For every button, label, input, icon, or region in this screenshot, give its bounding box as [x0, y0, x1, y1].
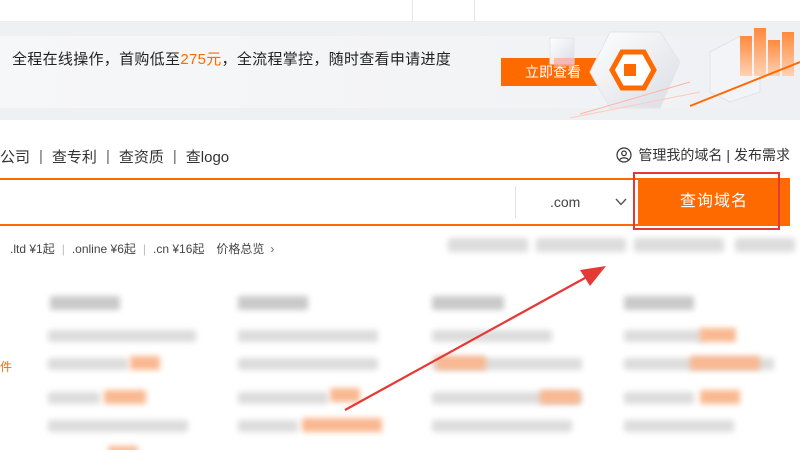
blurred-title: [432, 296, 504, 310]
tab-patent[interactable]: 查专利: [52, 146, 97, 167]
price-list: .ltd ¥1起 | .online ¥6起 | .cn ¥16起 价格总览 ›: [10, 240, 274, 257]
blurred-text: [48, 358, 128, 370]
chevron-down-icon[interactable]: [614, 195, 628, 209]
price-item[interactable]: .online ¥6起: [72, 240, 136, 257]
banner-price: 275元: [180, 51, 222, 68]
blurred-title: [50, 296, 120, 310]
blurred-price: [302, 418, 382, 432]
divider: [474, 0, 475, 22]
blurred-text: [238, 358, 378, 370]
price-overview-link[interactable]: 价格总览: [216, 240, 264, 257]
blurred-text: [735, 238, 795, 252]
blurred-title: [624, 296, 694, 310]
left-fragment-text: 件: [0, 360, 13, 374]
domain-suffix-select[interactable]: .com: [550, 194, 580, 210]
blurred-price: [700, 328, 736, 342]
tab-company[interactable]: 公司: [0, 146, 30, 167]
blurred-price: [540, 390, 580, 404]
blurred-title: [238, 296, 308, 310]
blurred-price: [104, 390, 146, 404]
user-icon: [616, 147, 632, 163]
blurred-price: [330, 388, 360, 402]
blurred-text: [238, 392, 328, 404]
manage-domains-link[interactable]: 管理我的域名: [638, 145, 722, 165]
promo-banner[interactable]: 全程在线操作，首购低至275元，全流程掌控，随时查看申请进度 立即查看: [0, 22, 800, 120]
tab-separator: |: [172, 147, 177, 165]
divider: [412, 0, 413, 22]
tab-logo[interactable]: 查logo: [186, 146, 229, 167]
suffix-divider: [515, 186, 516, 218]
domain-search-input[interactable]: [0, 178, 638, 226]
blurred-text: [536, 238, 626, 252]
tab-separator: |: [39, 147, 43, 165]
page: 全程在线操作，首购低至275元，全流程掌控，随时查看申请进度 立即查看 公司 |…: [0, 0, 800, 450]
banner-text-after: ，全流程掌控，随时查看申请进度: [221, 51, 452, 68]
price-item[interactable]: .cn ¥16起: [153, 240, 204, 257]
banner-text-before: 全程在线操作，首购低至: [12, 51, 181, 68]
tab-qualification[interactable]: 查资质: [119, 146, 164, 167]
blurred-text: [48, 392, 100, 404]
chevron-right-icon[interactable]: ›: [270, 242, 274, 256]
price-separator: |: [61, 241, 65, 256]
blurred-price: [690, 356, 760, 370]
blurred-price: [130, 356, 160, 370]
tab-separator: |: [105, 147, 110, 165]
account-links: 管理我的域名 | 发布需求: [616, 145, 790, 165]
blurred-text: [448, 238, 528, 252]
banner-illustration: [549, 28, 800, 119]
blurred-text: [432, 330, 552, 342]
price-separator: |: [142, 241, 146, 256]
price-item[interactable]: .ltd ¥1起: [10, 240, 55, 257]
blurred-text: [634, 238, 724, 252]
blurred-price: [108, 446, 138, 450]
link-separator: |: [726, 147, 730, 163]
blurred-price: [700, 390, 740, 404]
blurred-text: [432, 420, 572, 432]
banner-text: 全程在线操作，首购低至275元，全流程掌控，随时查看申请进度: [12, 48, 451, 69]
blurred-text: [48, 330, 196, 342]
blurred-text: [624, 392, 694, 404]
blurred-text: [238, 420, 298, 432]
blurred-price: [436, 356, 486, 370]
blurred-text: [48, 420, 188, 432]
blurred-text: [238, 330, 378, 342]
annotation-highlight-box: [633, 172, 780, 230]
top-strip: [0, 0, 800, 22]
search-type-tabs: 公司 | 查专利 | 查资质 | 查logo: [0, 145, 229, 167]
blurred-text: [624, 420, 734, 432]
blurred-text: [624, 330, 704, 342]
publish-request-link[interactable]: 发布需求: [734, 145, 790, 165]
